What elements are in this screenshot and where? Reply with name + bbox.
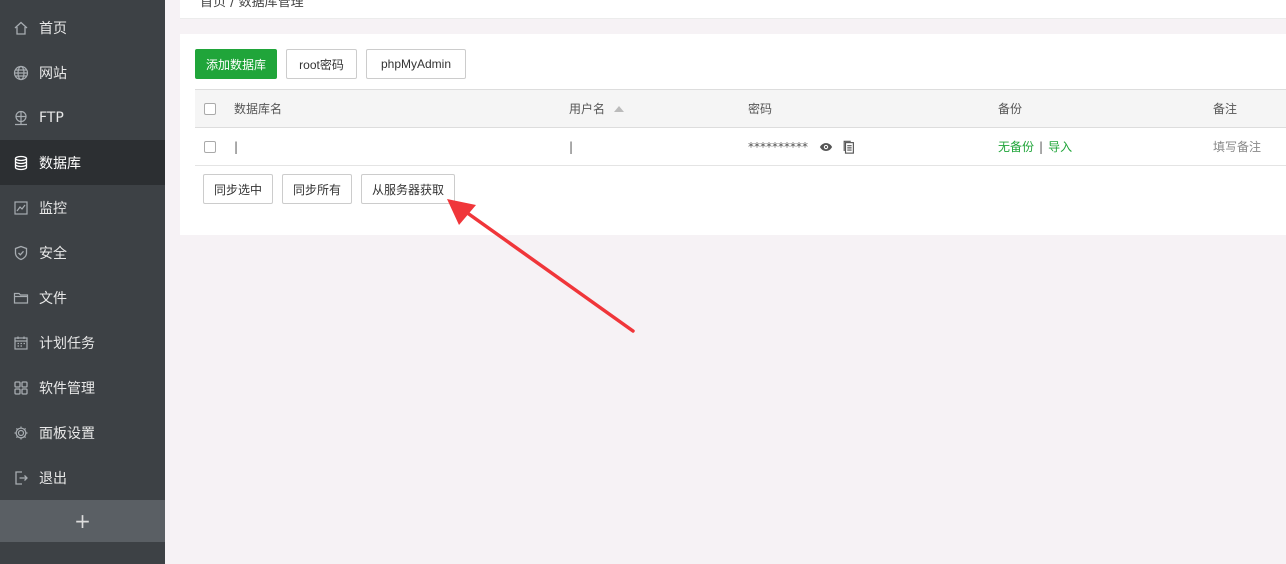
sidebar-item-ftp[interactable]: FTP — [0, 95, 165, 140]
ftp-icon — [12, 109, 30, 127]
sidebar-item-software[interactable]: 软件管理 — [0, 365, 165, 410]
sidebar-item-website[interactable]: 网站 — [0, 50, 165, 95]
sidebar-item-label: 退出 — [39, 470, 67, 487]
sidebar-item-database[interactable]: 数据库 — [0, 140, 165, 185]
cell-password: ********** — [748, 128, 856, 165]
database-icon — [12, 154, 30, 172]
column-header-username[interactable]: 用户名 — [569, 90, 625, 127]
sidebar-item-label: 数据库 — [39, 155, 81, 172]
password-mask: ********** — [748, 139, 808, 154]
logout-icon — [12, 469, 30, 487]
cell-username: | — [569, 139, 574, 154]
add-database-button[interactable]: 添加数据库 — [195, 49, 277, 79]
sidebar-item-label: 监控 — [39, 200, 67, 217]
sidebar-item-label: FTP — [39, 109, 64, 126]
breadcrumb: 首页 / 数据库管理 — [200, 0, 304, 10]
sync-selected-button[interactable]: 同步选中 — [203, 174, 273, 204]
sidebar-item-label: 网站 — [39, 65, 67, 82]
phpmyadmin-button[interactable]: phpMyAdmin — [366, 49, 466, 79]
database-panel: 添加数据库 root密码 phpMyAdmin 数据库名 用户名 密码 备份 备… — [180, 34, 1286, 235]
cell-backup: 无备份 | 导入 — [998, 128, 1072, 165]
sidebar-item-label: 安全 — [39, 245, 67, 262]
column-header-password: 密码 — [748, 102, 773, 116]
sidebar-item-home[interactable]: 首页 — [0, 5, 165, 50]
sidebar-item-files[interactable]: 文件 — [0, 275, 165, 320]
root-password-button[interactable]: root密码 — [286, 49, 357, 79]
column-header-backup: 备份 — [998, 102, 1023, 116]
gear-icon — [12, 424, 30, 442]
sidebar-item-security[interactable]: 安全 — [0, 230, 165, 275]
folder-icon — [12, 289, 30, 307]
sidebar-item-label: 首页 — [39, 20, 67, 37]
sidebar-item-label: 面板设置 — [39, 425, 95, 442]
sidebar: 首页 网站 FTP 数据库 监控 安全 文件 计划任务 软件管理 面板设置 退出… — [0, 0, 165, 564]
apps-icon — [12, 379, 30, 397]
sidebar-item-monitor[interactable]: 监控 — [0, 185, 165, 230]
column-header-db-name[interactable]: 数据库名 — [234, 90, 282, 127]
database-table: 数据库名 用户名 密码 备份 备注 | | ********** 无备份 | 导… — [195, 89, 1286, 166]
sidebar-add-button[interactable]: + — [0, 500, 165, 542]
no-backup-link[interactable]: 无备份 — [998, 138, 1034, 155]
home-icon — [12, 19, 30, 37]
shield-icon — [12, 244, 30, 262]
plus-icon: + — [74, 509, 91, 533]
separator: | — [1039, 139, 1044, 154]
sidebar-item-settings[interactable]: 面板设置 — [0, 410, 165, 455]
sidebar-item-label: 软件管理 — [39, 380, 95, 397]
calendar-icon — [12, 334, 30, 352]
select-all-checkbox[interactable] — [204, 90, 216, 127]
sidebar-item-label: 计划任务 — [39, 335, 95, 352]
breadcrumb-bar: 首页 / 数据库管理 — [180, 0, 1286, 19]
eye-icon[interactable] — [819, 140, 833, 154]
column-header-username-label: 用户名 — [569, 102, 606, 116]
import-link[interactable]: 导入 — [1048, 138, 1072, 155]
note-input[interactable]: 填写备注 — [1213, 128, 1261, 165]
row-checkbox[interactable] — [204, 128, 216, 165]
monitor-icon — [12, 199, 30, 217]
sidebar-item-label: 文件 — [39, 290, 67, 307]
sidebar-item-logout[interactable]: 退出 — [0, 455, 165, 500]
sidebar-item-cron[interactable]: 计划任务 — [0, 320, 165, 365]
table-header: 数据库名 用户名 密码 备份 备注 — [195, 90, 1286, 128]
sort-ascending-icon[interactable] — [614, 105, 625, 112]
globe-icon — [12, 64, 30, 82]
fetch-from-server-button[interactable]: 从服务器获取 — [361, 174, 455, 204]
sync-all-button[interactable]: 同步所有 — [282, 174, 352, 204]
column-header-note: 备注 — [1213, 102, 1238, 116]
sidebar-menu: 首页 网站 FTP 数据库 监控 安全 文件 计划任务 软件管理 面板设置 退出 — [0, 5, 165, 500]
copy-icon[interactable] — [842, 140, 856, 154]
cell-db-name: | — [234, 139, 239, 154]
table-row: | | ********** 无备份 | 导入 填写备注 — [195, 128, 1286, 166]
